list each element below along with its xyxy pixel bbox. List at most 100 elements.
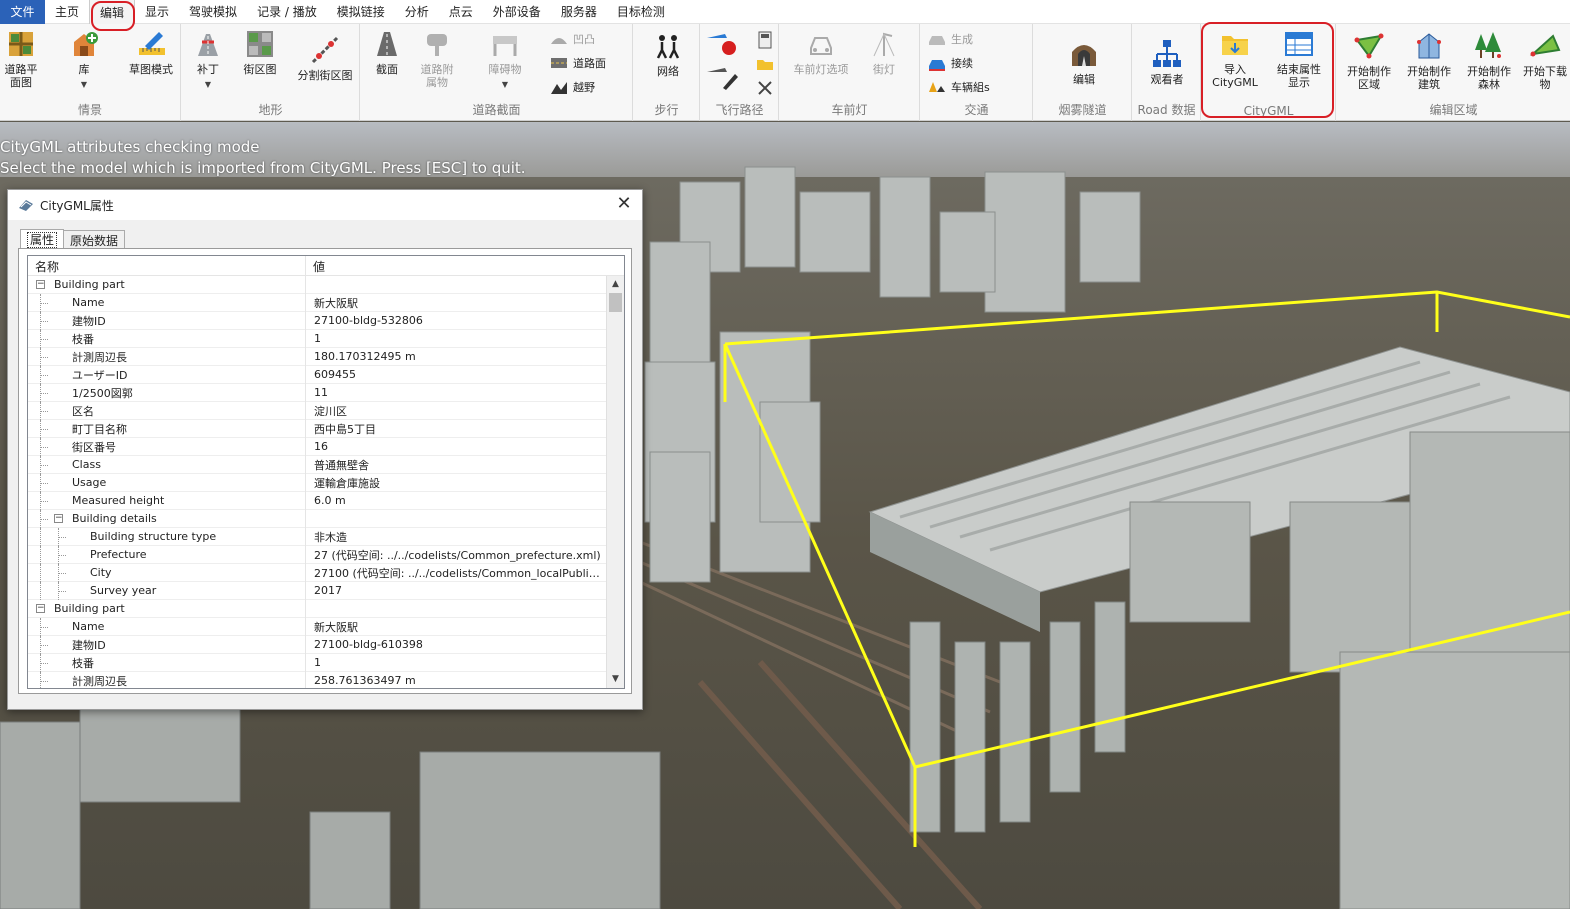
library-button[interactable]: 库 ▼: [64, 28, 104, 91]
tab-raw-data[interactable]: 原始数据: [63, 230, 126, 248]
close-button[interactable]: ✕: [614, 195, 634, 215]
column-header-name[interactable]: 名称: [28, 256, 306, 275]
attribute-name: City: [90, 566, 112, 579]
menu-item-1[interactable]: 主页: [45, 0, 89, 24]
viewer-button[interactable]: 观看者: [1145, 38, 1189, 86]
ribbon-group-edit-area: 开始制作 区域 开始制作 建筑 开始制作 森林 开始下载 物 编辑区域: [1337, 24, 1570, 121]
scroll-up-icon[interactable]: ▲: [607, 276, 624, 293]
ribbon-group-traffic: 生成 接续 车辆組s 交通: [921, 24, 1033, 121]
attribute-row[interactable]: Class 普通無壁舎: [28, 455, 606, 474]
fog-edit-label: 编辑: [1073, 73, 1095, 86]
bump-button[interactable]: 凹凸: [549, 30, 595, 48]
traffic-connect-button[interactable]: 接续: [927, 54, 973, 72]
streetlight-button[interactable]: 街灯: [864, 28, 904, 76]
attribute-row[interactable]: 街区番号 16: [28, 437, 606, 456]
menu-item-4[interactable]: 驾驶模拟: [179, 0, 247, 24]
attribute-value: 258.761363497 m: [314, 674, 416, 687]
attribute-row[interactable]: Name 新大阪駅: [28, 293, 606, 312]
scroll-down-icon[interactable]: ▼: [607, 671, 624, 688]
traffic-generate-button[interactable]: 生成: [927, 30, 973, 48]
airplane-record-icon[interactable]: [705, 30, 739, 56]
attribute-row[interactable]: − Building details: [28, 509, 606, 528]
attribute-row[interactable]: ユーザーID 609455: [28, 365, 606, 384]
menu-item-3[interactable]: 显示: [135, 0, 179, 24]
start-area-button[interactable]: 开始制作 区域: [1341, 30, 1397, 91]
file-icon[interactable]: [755, 30, 775, 50]
area-polygon-icon: [1529, 34, 1561, 57]
menu-item-8[interactable]: 点云: [439, 0, 483, 24]
split-block-button[interactable]: 分割街区图: [292, 34, 358, 82]
vehicle-group-button[interactable]: 车辆組s: [927, 78, 990, 96]
attribute-row[interactable]: Building structure type 非木造: [28, 527, 606, 546]
attribute-name: Name: [72, 296, 105, 309]
attribute-row[interactable]: Prefecture 27 (代码空间: ../../codelists/Comm…: [28, 545, 606, 564]
section-button[interactable]: 截面: [369, 28, 405, 76]
attribute-row[interactable]: 枝番 1: [28, 329, 606, 348]
start-building-button[interactable]: 开始制作 建筑: [1401, 30, 1457, 91]
end-attribute-display-button[interactable]: 结束属性 显示: [1268, 28, 1330, 89]
dialog-titlebar[interactable]: CityGML属性: [8, 190, 642, 220]
menu-item-9[interactable]: 外部设备: [483, 0, 551, 24]
attribute-row[interactable]: 区名 淀川区: [28, 401, 606, 420]
attribute-row[interactable]: − Building part: [28, 599, 606, 618]
attribute-name: 建物ID: [72, 638, 106, 652]
attribute-row[interactable]: 計測周辺長 258.761363497 m: [28, 671, 606, 688]
section-label: 截面: [376, 63, 398, 76]
library-icon: [74, 32, 98, 56]
attribute-row[interactable]: 1/2500図郭 11: [28, 383, 606, 402]
menu-item-5[interactable]: 记录 / 播放: [247, 0, 327, 24]
grid-header: 名称 値: [28, 256, 624, 276]
attribute-row[interactable]: Measured height 6.0 m: [28, 491, 606, 510]
road-surface-button[interactable]: 道路面: [549, 54, 606, 72]
attribute-name-cell: Building structure type: [28, 527, 306, 546]
patch-button[interactable]: 补丁 ▼: [188, 28, 228, 91]
menu-item-0[interactable]: 文件: [0, 0, 45, 24]
attribute-row[interactable]: Name 新大阪駅: [28, 617, 606, 636]
menu-item-7[interactable]: 分析: [395, 0, 439, 24]
attribute-row[interactable]: 建物ID 27100-bldg-532806: [28, 311, 606, 330]
attribute-row[interactable]: − Building part: [28, 275, 606, 294]
import-citygml-button[interactable]: 导入 CityGML: [1208, 28, 1262, 89]
headlight-options-label: 车前灯选项: [793, 63, 849, 76]
fog-edit-button[interactable]: 编辑: [1064, 38, 1104, 86]
road-attach-button[interactable]: 道路附 属物: [417, 28, 457, 89]
attribute-value: 6.0 m: [314, 494, 346, 507]
draft-mode-label: 草图模式: [129, 63, 173, 76]
collapse-toggle-icon[interactable]: −: [54, 513, 63, 523]
vertical-scrollbar[interactable]: ▲ ▼: [606, 276, 624, 688]
scroll-thumb[interactable]: [609, 293, 622, 312]
start-forest-button[interactable]: 开始制作 森林: [1461, 30, 1517, 91]
street-block-button[interactable]: 街区图: [238, 28, 282, 76]
attribute-row[interactable]: 計測周辺長 180.170312495 m: [28, 347, 606, 366]
offroad-button[interactable]: 越野: [549, 78, 595, 96]
menu-item-2[interactable]: 编辑: [89, 0, 136, 25]
start-next-button[interactable]: 开始下载 物: [1521, 30, 1569, 91]
attribute-row[interactable]: Usage 運輸倉庫施設: [28, 473, 606, 492]
attribute-row[interactable]: 建物ID 27100-bldg-610398: [28, 635, 606, 654]
airplane-edit-icon[interactable]: [705, 64, 739, 90]
attribute-value: 新大阪駅: [314, 296, 358, 310]
delete-icon[interactable]: [755, 78, 775, 98]
road-plan-button[interactable]: 道路平 面图: [2, 28, 40, 89]
mode-title: CityGML attributes checking mode: [0, 138, 260, 156]
attribute-row[interactable]: 町丁目名称 西中島5丁目: [28, 419, 606, 438]
draft-mode-button[interactable]: 草图模式: [122, 28, 180, 76]
obstacle-button[interactable]: 障碍物 ▼: [485, 28, 525, 91]
walk-network-button[interactable]: 网络: [648, 30, 688, 78]
headlight-options-button[interactable]: 车前灯选项: [786, 28, 856, 76]
tab-attributes[interactable]: 属性: [20, 229, 65, 248]
road-plan-icon: [9, 32, 33, 56]
collapse-toggle-icon[interactable]: −: [36, 279, 45, 289]
attribute-row[interactable]: Survey year 2017: [28, 581, 606, 600]
collapse-toggle-icon[interactable]: −: [36, 603, 45, 613]
ribbon-group-road-data: 观看者 Road 数据: [1133, 24, 1201, 121]
attribute-value: 16: [314, 440, 328, 453]
menu-item-10[interactable]: 服务器: [551, 0, 607, 24]
attribute-row[interactable]: 枝番 1: [28, 653, 606, 672]
menu-item-11[interactable]: 目标检测: [607, 0, 675, 24]
attribute-row[interactable]: City 27100 (代码空间: ../../codelists/Common_…: [28, 563, 606, 582]
folder-icon[interactable]: [755, 54, 775, 74]
tree-branch: [40, 302, 48, 304]
menu-item-6[interactable]: 模拟链接: [327, 0, 395, 24]
column-header-value[interactable]: 値: [306, 256, 332, 275]
